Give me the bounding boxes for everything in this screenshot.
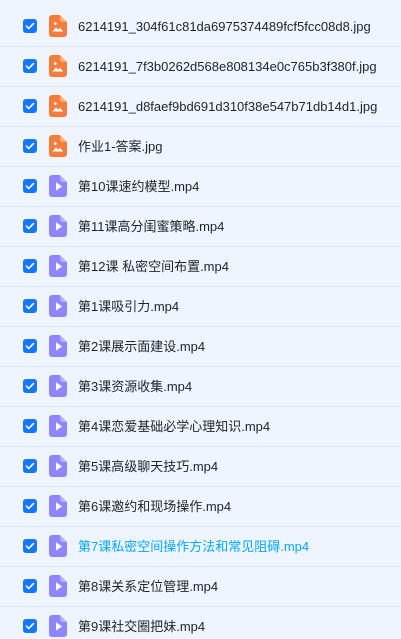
file-list: 6214191_304f61c81da6975374489fcf5fcc08d8… [0, 0, 401, 639]
video-file-icon [49, 215, 67, 237]
file-checkbox[interactable] [23, 219, 37, 233]
file-checkbox[interactable] [23, 259, 37, 273]
file-name[interactable]: 第4课恋爱基础必学心理知识.mp4 [78, 418, 270, 436]
file-name[interactable]: 第11课高分闺蜜策略.mp4 [78, 218, 224, 236]
file-row[interactable]: 第9课社交圈把妹.mp4 [0, 607, 401, 639]
file-name[interactable]: 第1课吸引力.mp4 [78, 298, 179, 316]
file-checkbox[interactable] [23, 419, 37, 433]
file-name[interactable]: 第3课资源收集.mp4 [78, 378, 192, 396]
file-row[interactable]: 第6课邀约和现场操作.mp4 [0, 487, 401, 527]
file-row[interactable]: 6214191_7f3b0262d568e808134e0c765b3f380f… [0, 47, 401, 87]
file-name[interactable]: 第6课邀约和现场操作.mp4 [78, 498, 231, 516]
video-file-icon [49, 255, 67, 277]
file-name[interactable]: 第5课高级聊天技巧.mp4 [78, 458, 218, 476]
image-file-icon [49, 15, 67, 37]
video-file-icon [49, 455, 67, 477]
file-name[interactable]: 第7课私密空间操作方法和常见阻碍.mp4 [78, 538, 309, 556]
file-name[interactable]: 第12课 私密空间布置.mp4 [78, 258, 229, 276]
file-checkbox[interactable] [23, 539, 37, 553]
file-checkbox[interactable] [23, 579, 37, 593]
file-name[interactable]: 第10课速约模型.mp4 [78, 178, 199, 196]
file-row[interactable]: 第10课速约模型.mp4 [0, 167, 401, 207]
file-name[interactable]: 6214191_7f3b0262d568e808134e0c765b3f380f… [78, 58, 377, 76]
video-file-icon [49, 575, 67, 597]
file-checkbox[interactable] [23, 459, 37, 473]
video-file-icon [49, 495, 67, 517]
video-file-icon [49, 175, 67, 197]
file-checkbox[interactable] [23, 59, 37, 73]
file-row[interactable]: 第8课关系定位管理.mp4 [0, 567, 401, 607]
file-checkbox[interactable] [23, 299, 37, 313]
image-file-icon [49, 55, 67, 77]
file-name[interactable]: 第9课社交圈把妹.mp4 [78, 618, 205, 636]
file-row[interactable]: 第1课吸引力.mp4 [0, 287, 401, 327]
file-row[interactable]: 第3课资源收集.mp4 [0, 367, 401, 407]
file-row[interactable]: 作业1-答案.jpg [0, 127, 401, 167]
file-row[interactable]: 第5课高级聊天技巧.mp4 [0, 447, 401, 487]
file-checkbox[interactable] [23, 379, 37, 393]
file-checkbox[interactable] [23, 339, 37, 353]
file-name[interactable]: 第2课展示面建设.mp4 [78, 338, 205, 356]
file-checkbox[interactable] [23, 19, 37, 33]
image-file-icon [49, 135, 67, 157]
file-row[interactable]: 第11课高分闺蜜策略.mp4 [0, 207, 401, 247]
video-file-icon [49, 295, 67, 317]
file-row[interactable]: 6214191_304f61c81da6975374489fcf5fcc08d8… [0, 7, 401, 47]
file-checkbox[interactable] [23, 99, 37, 113]
image-file-icon [49, 95, 67, 117]
file-row[interactable]: 6214191_d8faef9bd691d310f38e547b71db14d1… [0, 87, 401, 127]
video-file-icon [49, 535, 67, 557]
file-name[interactable]: 6214191_304f61c81da6975374489fcf5fcc08d8… [78, 18, 371, 36]
video-file-icon [49, 615, 67, 637]
file-name[interactable]: 作业1-答案.jpg [78, 138, 163, 156]
video-file-icon [49, 415, 67, 437]
file-row[interactable]: 第2课展示面建设.mp4 [0, 327, 401, 367]
file-checkbox[interactable] [23, 179, 37, 193]
file-row[interactable]: 第7课私密空间操作方法和常见阻碍.mp4 [0, 527, 401, 567]
file-name[interactable]: 第8课关系定位管理.mp4 [78, 578, 218, 596]
file-checkbox[interactable] [23, 139, 37, 153]
video-file-icon [49, 375, 67, 397]
file-row[interactable]: 第4课恋爱基础必学心理知识.mp4 [0, 407, 401, 447]
file-row[interactable]: 第12课 私密空间布置.mp4 [0, 247, 401, 287]
file-checkbox[interactable] [23, 499, 37, 513]
file-checkbox[interactable] [23, 619, 37, 633]
video-file-icon [49, 335, 67, 357]
file-name[interactable]: 6214191_d8faef9bd691d310f38e547b71db14d1… [78, 98, 377, 116]
